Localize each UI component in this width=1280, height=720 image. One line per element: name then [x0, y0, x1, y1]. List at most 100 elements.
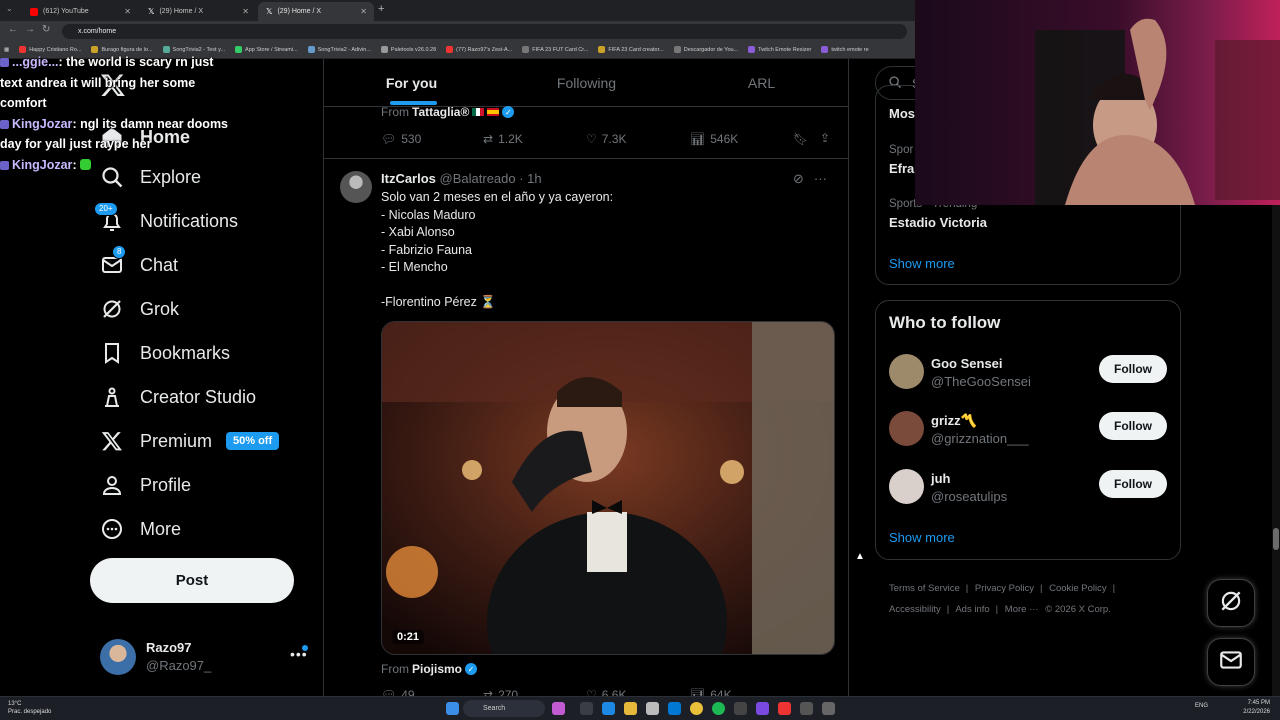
nav-item-creator-studio[interactable]: Creator Studio — [98, 383, 256, 411]
reply-button[interactable]: 💬︎ 530 — [381, 132, 421, 146]
app-icon[interactable] — [734, 702, 747, 715]
bookmark-button[interactable]: 🔖︎ — [793, 132, 808, 146]
browser-tab-x-2[interactable]: 𝕏 (29) Home / X ✕ — [258, 2, 374, 21]
bookmark-item[interactable]: SongTrivia2 - Adivin... — [307, 46, 371, 53]
views-button[interactable]: 📊︎ 546K — [690, 132, 738, 146]
repost-button[interactable]: ⇄ 270 — [483, 688, 518, 696]
app-icon[interactable] — [778, 702, 791, 715]
folder-icon[interactable] — [624, 702, 637, 715]
close-icon[interactable]: ✕ — [242, 7, 249, 16]
language-indicator[interactable]: ENG — [1195, 703, 1208, 709]
back-icon[interactable]: ← — [8, 24, 18, 35]
bookmark-item[interactable]: FIFA 23 Card creator... — [598, 46, 664, 53]
bookmark-item[interactable]: Descargador de You... — [673, 46, 738, 53]
like-button[interactable]: ♡ 7.3K — [586, 132, 626, 146]
forward-icon[interactable]: → — [25, 24, 35, 35]
trend-title[interactable]: Efra — [889, 161, 914, 176]
source-name[interactable]: Tattaglia® — [412, 105, 469, 119]
bookmark-item[interactable]: (77) Razo97's Zesi-A... — [446, 46, 512, 53]
follow-button[interactable]: Follow — [1099, 470, 1167, 498]
avatar[interactable] — [340, 171, 372, 203]
spotify-icon[interactable] — [712, 702, 725, 715]
footer-link[interactable]: Ads info — [955, 604, 989, 615]
webcam-overlay — [915, 0, 1280, 205]
discord-icon[interactable] — [756, 702, 769, 715]
bookmark-item[interactable]: twitch emote re — [821, 46, 869, 53]
follow-suggestion[interactable]: juh @roseatulips Follow — [889, 469, 1169, 509]
repost-button[interactable]: ⇄ 1.2K — [483, 132, 523, 146]
author-name[interactable]: ItzCarlos — [381, 171, 436, 186]
tab-arl[interactable]: ARL — [674, 59, 848, 107]
post-time[interactable]: · 1h — [519, 171, 541, 186]
nav-label: Chat — [140, 254, 179, 275]
app-icon[interactable] — [800, 702, 813, 715]
premium-discount-badge: 50% off — [226, 432, 280, 450]
nav-item-bookmarks[interactable]: Bookmarks — [98, 339, 230, 367]
trend-title[interactable]: Mos — [889, 106, 915, 121]
system-tray[interactable]: ENG — [1195, 703, 1208, 709]
tab-title: (29) Home / X — [159, 8, 204, 15]
nav-item-grok[interactable]: Grok — [98, 295, 179, 323]
account-switcher[interactable]: Razo97 @Razo97_ ••• — [100, 638, 310, 678]
widget-icon[interactable] — [552, 702, 565, 715]
edge-icon[interactable] — [602, 702, 615, 715]
close-icon[interactable]: ✕ — [124, 7, 131, 16]
author-handle[interactable]: @Balatreado — [440, 171, 516, 186]
reply-icon: 💬︎ — [381, 688, 397, 696]
clock[interactable]: 7:45 PM 2/22/2026 — [1240, 699, 1270, 717]
follow-suggestion[interactable]: Goo Sensei @TheGooSensei Follow — [889, 354, 1169, 394]
tab-title: (29) Home / X — [277, 8, 322, 15]
share-button[interactable]: ⇪ — [820, 131, 830, 145]
footer-link[interactable]: Cookie Policy — [1049, 583, 1107, 594]
bookmark-item[interactable]: Paletools v26.0.28 — [380, 46, 436, 53]
taskbar-search[interactable]: Search — [463, 700, 545, 717]
follow-button[interactable]: Follow — [1099, 355, 1167, 383]
browser-tab-youtube[interactable]: (612) YouTube ✕ — [22, 2, 138, 21]
show-more-link[interactable]: Show more — [889, 530, 955, 545]
address-bar[interactable]: x.com/home — [62, 24, 907, 39]
views-button[interactable]: 📊︎ 64K — [690, 688, 732, 696]
post-video[interactable]: 0:21 — [381, 321, 835, 655]
nav-item-profile[interactable]: Profile — [98, 471, 191, 499]
tab-search-icon[interactable]: ⌄ — [6, 4, 13, 13]
reload-icon[interactable]: ↻ — [42, 24, 50, 35]
nav-item-chat[interactable]: 8 Chat — [98, 245, 179, 279]
bookmark-item[interactable]: Twitch Emote Resizer — [748, 46, 811, 53]
footer-link[interactable]: Terms of Service — [889, 583, 960, 594]
new-tab-icon[interactable]: + — [378, 3, 384, 15]
reply-button[interactable]: 💬︎ 49 — [381, 688, 415, 696]
trend-title[interactable]: Estadio Victoria — [889, 215, 987, 230]
like-button[interactable]: ♡ 6.6K — [586, 688, 626, 696]
task-view-icon[interactable] — [580, 702, 593, 715]
chrome-icon[interactable] — [690, 702, 703, 715]
browser-tab-x-1[interactable]: 𝕏 (29) Home / X ✕ — [140, 2, 256, 21]
tab-following[interactable]: Following — [499, 59, 674, 107]
nav-item-premium[interactable]: Premium 50% off — [98, 427, 280, 455]
start-icon[interactable] — [446, 702, 459, 715]
app-icon[interactable] — [822, 702, 835, 715]
follow-button[interactable]: Follow — [1099, 412, 1167, 440]
source-name[interactable]: Piojismo — [412, 662, 462, 676]
show-more-link[interactable]: Show more — [889, 256, 955, 271]
more-dots-icon[interactable]: ··· — [814, 171, 827, 187]
mail-app-icon[interactable] — [668, 702, 681, 715]
footer-link[interactable]: Accessibility — [889, 604, 941, 615]
messages-fab-button[interactable] — [1207, 638, 1255, 686]
nav-item-more[interactable]: More — [98, 515, 181, 543]
footer-link[interactable]: More ··· — [1005, 604, 1039, 615]
store-icon[interactable] — [646, 702, 659, 715]
weather-desc: Prac. despejado — [8, 709, 52, 715]
close-icon[interactable]: ✕ — [360, 7, 367, 16]
bookmark-item[interactable]: FIFA 23 FUT Card Cr... — [522, 46, 588, 53]
follow-suggestion[interactable]: grizz〽️ @grizznation___ Follow — [889, 411, 1169, 451]
tab-for-you[interactable]: For you — [324, 59, 499, 107]
footer-link[interactable]: Privacy Policy — [975, 583, 1034, 594]
grok-fab-button[interactable] — [1207, 579, 1255, 627]
post-button[interactable]: Post — [90, 558, 294, 603]
grok-icon[interactable]: ⊘ — [793, 171, 804, 187]
nav-item-notifications[interactable]: 20+ Notifications — [94, 202, 238, 235]
bookmark-item[interactable]: App Store / Streami... — [235, 46, 298, 53]
weather-widget[interactable]: 13°C Prac. despejado — [8, 700, 51, 716]
post-header: ItzCarlos @Balatreado · 1h — [381, 171, 542, 186]
scrollbar-thumb[interactable] — [1273, 528, 1279, 550]
